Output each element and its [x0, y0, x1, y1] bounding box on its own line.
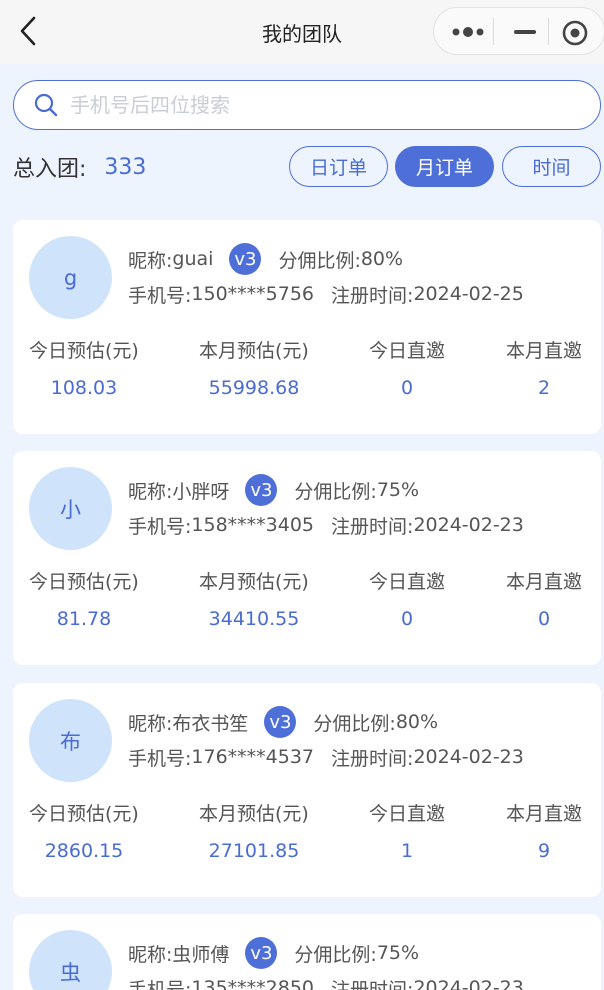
search-icon [34, 93, 58, 117]
nickname: 小胖呀 [172, 480, 230, 503]
today-est-value: 2860.15 [44, 840, 124, 862]
month-direct-value: 0 [537, 608, 551, 630]
today-direct-value: 1 [400, 840, 414, 862]
more-dots-icon [452, 27, 484, 37]
reg-label: 注册时间: [331, 978, 414, 990]
month-direct-label: 本月直邀 [506, 571, 583, 593]
month-est-value: 34410.55 [208, 608, 300, 630]
team-total: 总入团: 333 [13, 150, 146, 184]
reg-date: 2024-02-25 [413, 283, 524, 305]
level-badge: v3 [264, 706, 297, 738]
month-direct-value: 9 [537, 840, 551, 862]
total-count: 333 [104, 154, 147, 180]
today-est-label: 今日预估(元) [29, 340, 139, 362]
more-button[interactable] [450, 21, 486, 43]
target-close-icon [562, 20, 588, 46]
nickname-label: 昵称: [128, 943, 173, 966]
close-button[interactable] [561, 19, 589, 47]
phone: 176****4537 [191, 746, 315, 768]
phone-label: 手机号: [128, 747, 192, 770]
month-direct-label: 本月直邀 [506, 803, 583, 825]
month-est-value: 55998.68 [208, 377, 300, 399]
reg-date: 2024-02-23 [413, 746, 524, 768]
nickname-label: 昵称: [128, 480, 173, 503]
filter-day-orders-button[interactable]: 日订单 [289, 146, 388, 187]
nickname: 虫师傅 [172, 943, 230, 966]
reg-label: 注册时间: [331, 284, 414, 307]
ratio-label: 分佣比例: [294, 943, 377, 966]
total-label: 总入团: [13, 157, 87, 182]
search-input[interactable] [70, 91, 570, 119]
today-est-value: 108.03 [50, 377, 118, 399]
month-est-value: 27101.85 [208, 840, 300, 862]
month-direct-value: 2 [537, 377, 551, 399]
nickname-label: 昵称: [128, 712, 173, 735]
nav-bar: 我的团队 [0, 0, 604, 64]
nickname-label: 昵称: [128, 249, 173, 272]
reg-label: 注册时间: [331, 747, 414, 770]
commission-ratio: 75% [376, 942, 420, 964]
member-card[interactable]: g 昵称: guai v3 分佣比例: 80% 手机号: 150****5756… [13, 220, 601, 434]
commission-ratio: 80% [395, 711, 439, 733]
member-card[interactable]: 虫 昵称: 虫师傅 v3 分佣比例: 75% 手机号: 135****2850 … [13, 914, 601, 990]
phone: 158****3405 [191, 514, 315, 536]
month-est-label: 本月预估(元) [199, 340, 309, 362]
level-badge: v3 [245, 937, 278, 969]
reg-label: 注册时间: [331, 515, 414, 538]
level-badge: v3 [245, 474, 278, 506]
nickname: 布衣书笙 [172, 712, 249, 735]
today-direct-value: 0 [400, 608, 414, 630]
ratio-label: 分佣比例: [278, 249, 361, 272]
avatar: 虫 [29, 930, 112, 990]
commission-ratio: 80% [360, 248, 404, 270]
search-box [13, 80, 601, 130]
phone-label: 手机号: [128, 515, 192, 538]
ratio-label: 分佣比例: [313, 712, 396, 735]
today-est-value: 81.78 [56, 608, 112, 630]
today-direct-label: 今日直邀 [369, 803, 446, 825]
ratio-label: 分佣比例: [294, 480, 377, 503]
phone: 135****2850 [191, 977, 315, 990]
month-direct-label: 本月直邀 [506, 340, 583, 362]
avatar: 小 [29, 467, 112, 550]
month-est-label: 本月预估(元) [199, 571, 309, 593]
phone-label: 手机号: [128, 978, 192, 990]
month-est-label: 本月预估(元) [199, 803, 309, 825]
filter-time-button[interactable]: 时间 [502, 146, 601, 187]
level-badge: v3 [229, 243, 262, 275]
today-est-label: 今日预估(元) [29, 571, 139, 593]
mini-program-capsule [433, 7, 604, 55]
today-direct-label: 今日直邀 [369, 571, 446, 593]
nickname: guai [172, 248, 214, 270]
today-direct-value: 0 [400, 377, 414, 399]
reg-date: 2024-02-23 [413, 977, 524, 990]
filter-month-orders-button[interactable]: 月订单 [395, 146, 494, 187]
member-card[interactable]: 布 昵称: 布衣书笙 v3 分佣比例: 80% 手机号: 176****4537… [13, 683, 601, 897]
today-est-label: 今日预估(元) [29, 803, 139, 825]
minimize-button[interactable] [508, 21, 544, 43]
reg-date: 2024-02-23 [413, 514, 524, 536]
minimize-icon [514, 30, 536, 34]
today-direct-label: 今日直邀 [369, 340, 446, 362]
phone: 150****5756 [191, 283, 315, 305]
phone-label: 手机号: [128, 284, 192, 307]
commission-ratio: 75% [376, 479, 420, 501]
avatar: 布 [29, 699, 112, 782]
member-card[interactable]: 小 昵称: 小胖呀 v3 分佣比例: 75% 手机号: 158****3405 … [13, 451, 601, 665]
avatar: g [29, 236, 112, 319]
